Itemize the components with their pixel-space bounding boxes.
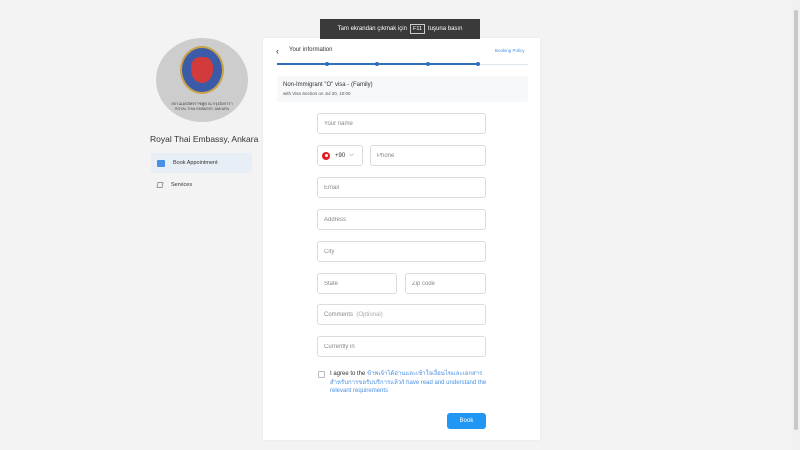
agreement-prefix: I agree to the	[330, 371, 366, 377]
thai-seal-icon	[180, 46, 224, 94]
state-field	[317, 273, 397, 294]
currently-in-field	[317, 336, 486, 357]
embassy-logo: สถานเอกอัครราชทูต ณ กรุงอังการา ROYAL TH…	[156, 38, 248, 122]
progress-bar	[277, 62, 528, 66]
country-code-select[interactable]: +90 ⌵	[317, 145, 363, 166]
phone-field	[370, 145, 486, 166]
state-input[interactable]	[318, 280, 396, 287]
page-title: Your information	[289, 47, 333, 53]
sidebar-item-services[interactable]: Services	[151, 175, 252, 195]
comments-field[interactable]: Comments (Optional)	[317, 304, 486, 325]
banner-text-before: Tam ekrandan çıkmak için	[337, 26, 407, 32]
address-field	[317, 209, 486, 230]
city-field	[317, 241, 486, 262]
name-input[interactable]	[318, 120, 485, 127]
email-input[interactable]	[318, 184, 485, 191]
sidebar: สถานเอกอัครราชทูต ณ กรุงอังการา ROYAL TH…	[0, 0, 262, 450]
chevron-down-icon: ⌵	[349, 152, 354, 158]
zip-input[interactable]	[406, 280, 485, 287]
calendar-icon	[157, 159, 165, 167]
comments-optional: (Optional)	[356, 311, 383, 318]
progress-step	[375, 62, 380, 66]
name-field	[317, 113, 486, 134]
edit-icon	[156, 182, 164, 188]
sidebar-item-label: Book Appointment	[173, 160, 218, 166]
back-arrow-icon[interactable]: ‹	[276, 45, 286, 57]
agreement-text: I agree to the ข้าพเจ้าได้อ่านและเข้าใจเ…	[330, 370, 490, 396]
city-input[interactable]	[318, 248, 485, 255]
progress-step	[325, 62, 330, 66]
address-input[interactable]	[318, 216, 485, 223]
turkey-flag-icon	[322, 151, 330, 160]
phone-input[interactable]	[371, 152, 485, 159]
logo-text-thai: สถานเอกอัครราชทูต ณ กรุงอังการา	[171, 101, 233, 106]
currently-in-input[interactable]	[318, 343, 485, 350]
email-field	[317, 177, 486, 198]
banner-text-after: tuşuna basın	[428, 26, 463, 32]
book-button[interactable]: Book	[447, 413, 486, 429]
service-summary: Non-Immigrant "O" visa - (Family) with V…	[277, 76, 528, 102]
scrollbar[interactable]	[792, 0, 800, 450]
sidebar-item-book-appointment[interactable]: Book Appointment	[151, 153, 252, 173]
zip-field	[405, 273, 486, 294]
logo-text-english: ROYAL THAI EMBASSY, ANKARA	[175, 107, 229, 111]
service-title: Non-Immigrant "O" visa - (Family)	[283, 82, 373, 88]
fullscreen-exit-banner: Tam ekrandan çıkmak için F11 tuşuna bası…	[320, 19, 480, 39]
scrollbar-thumb[interactable]	[794, 10, 798, 430]
booking-policy-link[interactable]: Booking Policy	[495, 48, 525, 53]
agree-checkbox[interactable]	[318, 371, 325, 378]
embassy-name: Royal Thai Embassy, Ankara	[150, 134, 259, 144]
progress-step	[475, 62, 480, 66]
dial-code: +90	[335, 152, 346, 159]
f11-key: F11	[409, 24, 426, 34]
service-subtitle: with Visa Section on Jul 20, 10:00	[283, 91, 351, 96]
comments-label: Comments	[324, 311, 354, 318]
progress-step	[425, 62, 430, 66]
sidebar-item-label: Services	[171, 182, 193, 188]
